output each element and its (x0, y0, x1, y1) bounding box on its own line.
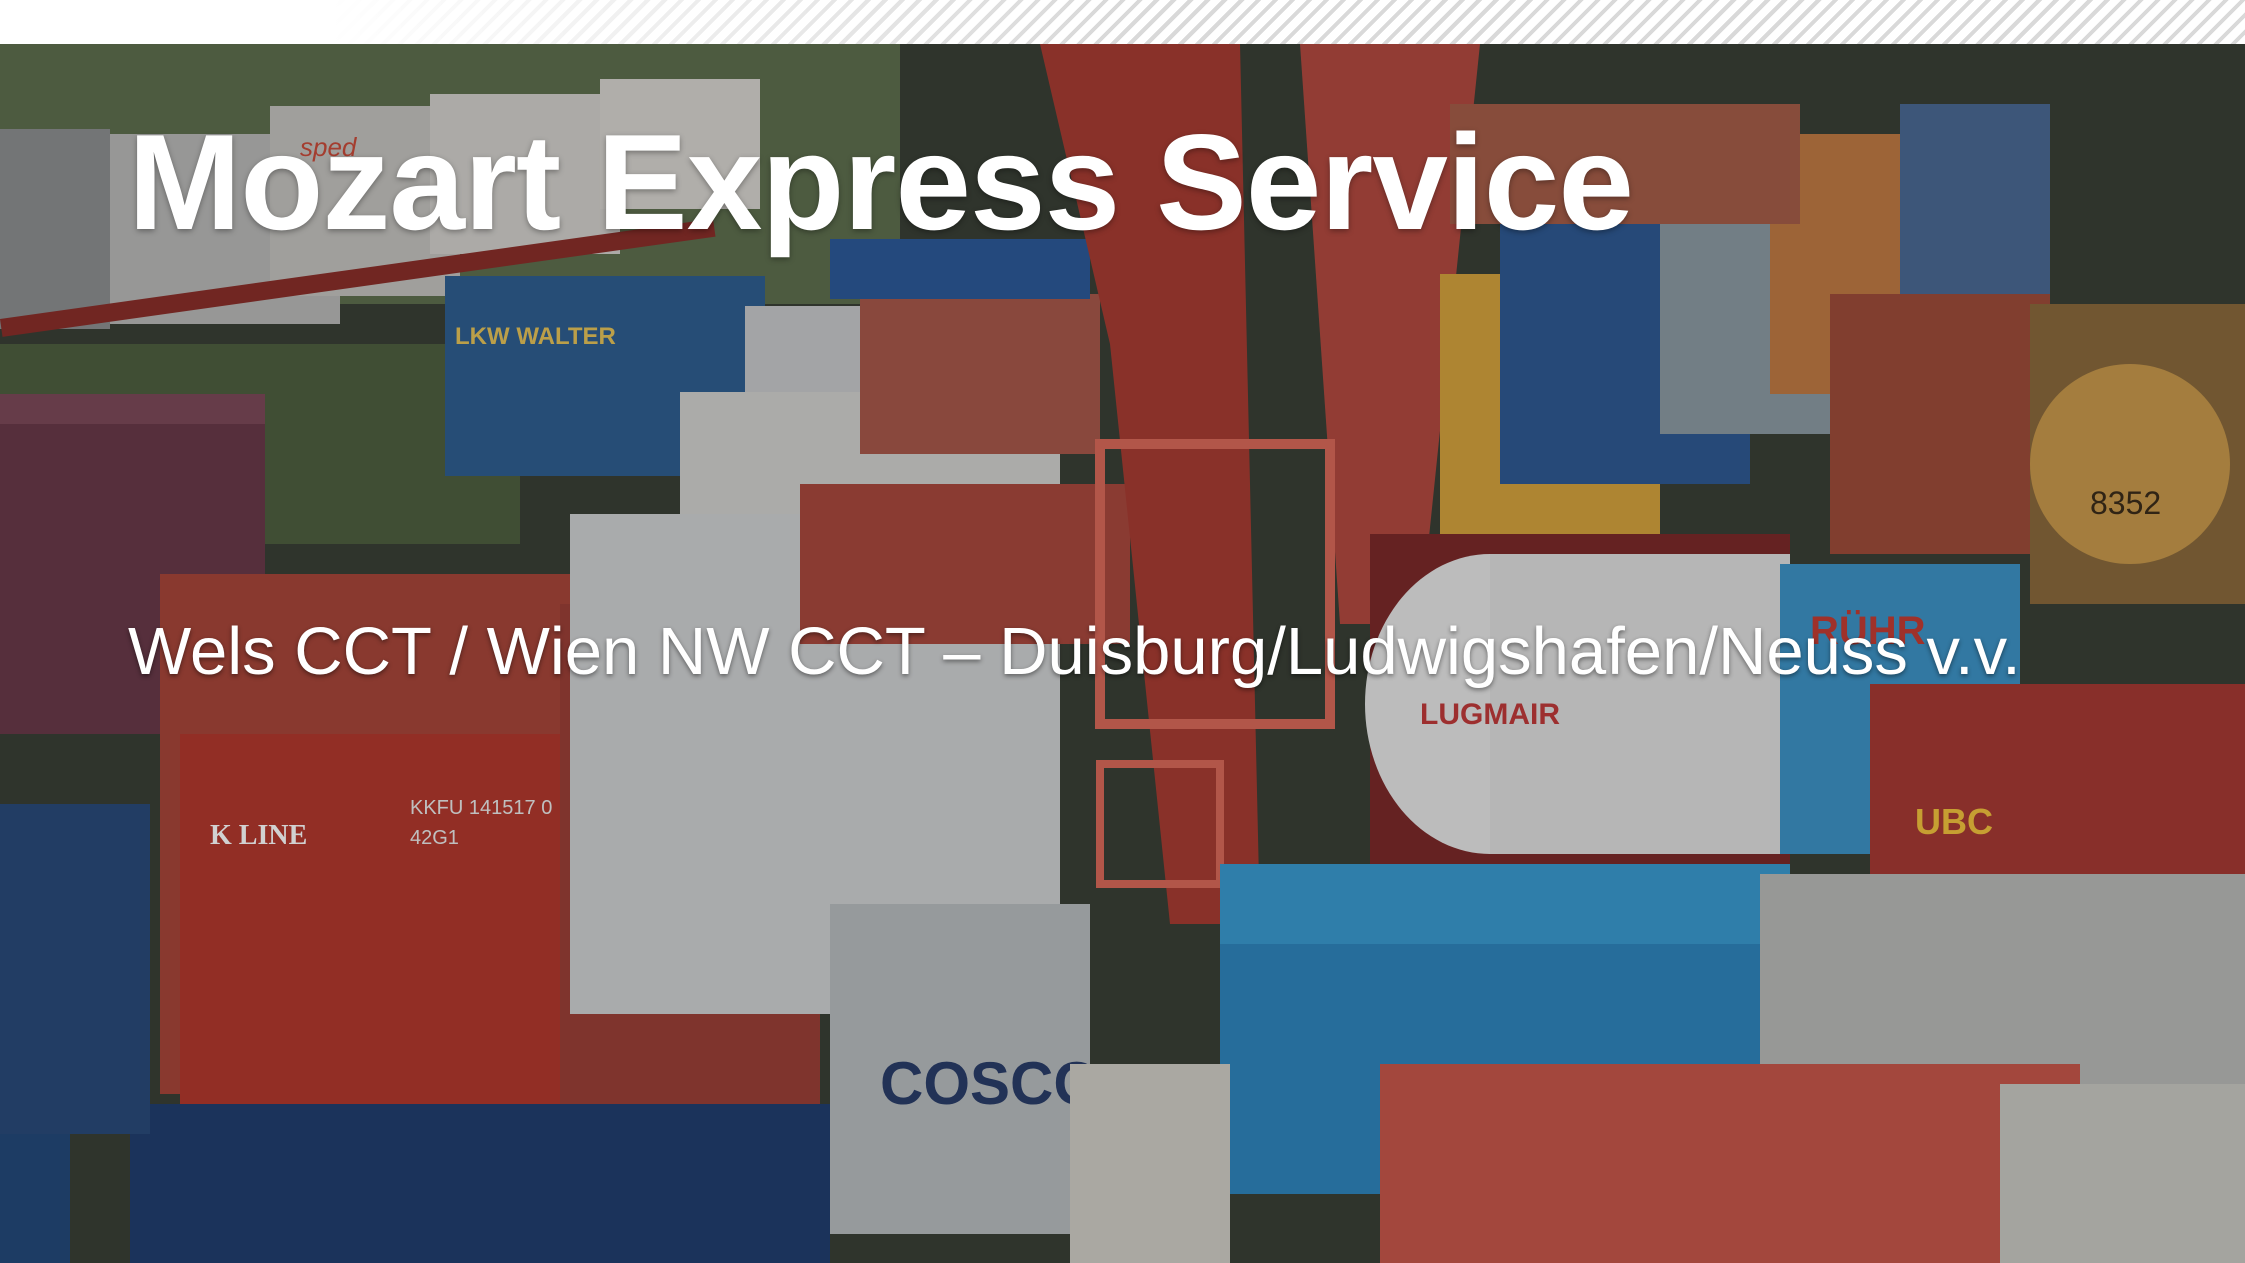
slide-title: Mozart Express Service (128, 106, 1634, 258)
slide-subtitle: Wels CCT / Wien NW CCT – Duisburg/Ludwig… (128, 614, 2021, 689)
presentation-slide: sped LKW WALTER K LINE KKFU 141517 0 42G… (0, 0, 2245, 1263)
decorative-header-band (0, 0, 2245, 44)
